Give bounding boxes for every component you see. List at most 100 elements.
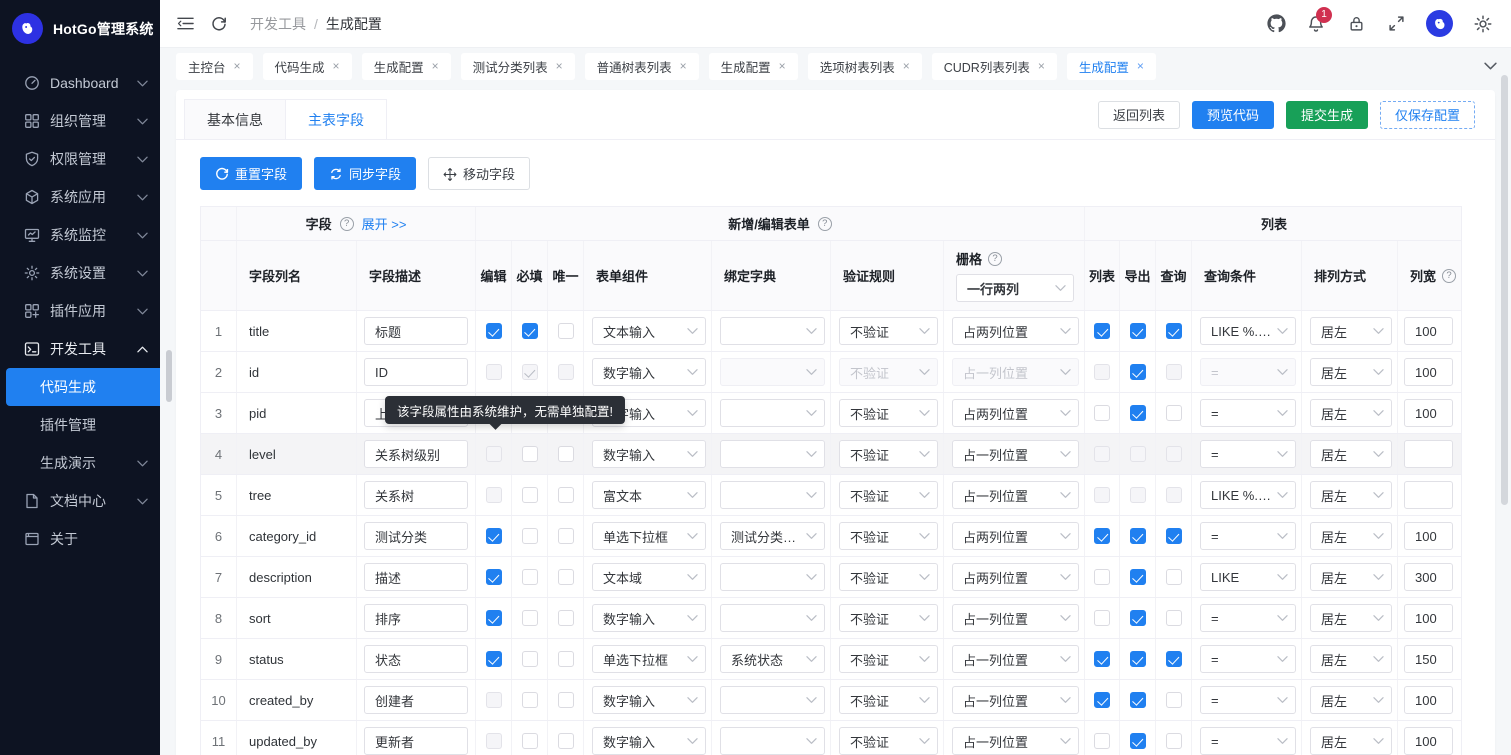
width-input[interactable]: 100 [1404,317,1453,345]
rule-select[interactable]: 不验证 [839,563,938,591]
help-icon[interactable]: ? [988,252,1002,266]
required-checkbox[interactable] [522,446,538,462]
user-avatar[interactable] [1426,10,1453,37]
query-checkbox[interactable] [1166,733,1182,749]
sidebar-item[interactable]: 系统监控 [0,216,160,254]
sidebar-item[interactable]: 插件管理 [0,406,160,444]
fullscreen-icon[interactable] [1386,14,1406,34]
field-desc-input[interactable]: 关系树级别 [364,440,468,468]
submit-generate-button[interactable]: 提交生成 [1286,101,1368,129]
align-select[interactable]: 居左 [1310,440,1392,468]
rule-select[interactable]: 不验证 [839,645,938,673]
query-checkbox[interactable] [1166,651,1182,667]
tab-chip[interactable]: 生成配置× [709,53,798,80]
help-icon[interactable]: ? [818,217,832,231]
expand-columns-link[interactable]: 展开 >> [362,214,407,233]
grid-select[interactable]: 占一列位置 [952,604,1079,632]
width-input[interactable] [1404,481,1453,509]
align-select[interactable]: 居左 [1310,481,1392,509]
unique-checkbox[interactable] [558,487,574,503]
sidebar-item[interactable]: 关于 [0,520,160,558]
align-select[interactable]: 居左 [1310,686,1392,714]
sidebar-item-active[interactable]: 代码生成 [6,368,160,406]
rule-select[interactable]: 不验证 [839,686,938,714]
rule-select[interactable]: 不验证 [839,522,938,550]
query-cond-select[interactable]: = [1200,604,1296,632]
field-desc-input[interactable]: 排序 [364,604,468,632]
query-cond-select[interactable]: LIKE %...% [1200,317,1296,345]
grid-select[interactable]: 占两列位置 [952,522,1079,550]
rule-select[interactable]: 不验证 [839,317,938,345]
component-select[interactable]: 数字输入 [592,727,706,755]
grid-select[interactable]: 占一列位置 [952,440,1079,468]
export-checkbox[interactable] [1130,323,1146,339]
field-desc-input[interactable]: 测试分类 [364,522,468,550]
close-icon[interactable]: × [556,60,563,72]
component-select[interactable]: 数字输入 [592,604,706,632]
field-desc-input[interactable]: 创建者 [364,686,468,714]
width-input[interactable]: 100 [1404,358,1453,386]
width-input[interactable]: 100 [1404,604,1453,632]
sidebar-item[interactable]: 权限管理 [0,140,160,178]
dict-select[interactable] [720,481,825,509]
align-select[interactable]: 居左 [1310,727,1392,755]
component-select[interactable]: 单选下拉框 [592,522,706,550]
tab-chip[interactable]: 生成配置× [362,53,451,80]
query-checkbox[interactable] [1166,692,1182,708]
tab-chip[interactable]: 主控台× [176,53,253,80]
query-cond-select[interactable]: = [1200,645,1296,673]
sidebar-item[interactable]: 插件应用 [0,292,160,330]
field-desc-input[interactable]: 更新者 [364,727,468,755]
help-icon[interactable]: ? [340,217,354,231]
unique-checkbox[interactable] [558,692,574,708]
grid-select[interactable]: 占一列位置 [952,686,1079,714]
required-checkbox[interactable] [522,487,538,503]
edit-checkbox[interactable] [486,323,502,339]
export-checkbox[interactable] [1130,364,1146,380]
sidebar-item[interactable]: 组织管理 [0,102,160,140]
width-input[interactable]: 300 [1404,563,1453,591]
tab-list-chevron-down-icon[interactable] [1484,62,1497,70]
screen-lock-icon[interactable] [1346,14,1366,34]
grid-select[interactable]: 占一列位置 [952,481,1079,509]
unique-checkbox[interactable] [558,446,574,462]
edit-checkbox[interactable] [486,569,502,585]
dict-select[interactable] [720,727,825,755]
component-select[interactable]: 单选下拉框 [592,645,706,673]
align-select[interactable]: 居左 [1310,645,1392,673]
export-checkbox[interactable] [1130,569,1146,585]
field-desc-input[interactable]: 描述 [364,563,468,591]
help-icon[interactable]: ? [1442,269,1456,283]
required-checkbox[interactable] [522,528,538,544]
field-desc-input[interactable]: 关系树 [364,481,468,509]
dict-select[interactable] [720,317,825,345]
width-input[interactable]: 100 [1404,522,1453,550]
sidebar-scrollbar[interactable] [166,350,172,402]
dict-select[interactable] [720,563,825,591]
notifications-bell-icon[interactable]: 1 [1306,14,1326,34]
dict-select[interactable]: 测试分类选项 [720,522,825,550]
unique-checkbox[interactable] [558,528,574,544]
required-checkbox[interactable] [522,323,538,339]
breadcrumb-item[interactable]: 开发工具 [250,14,306,34]
close-icon[interactable]: × [1137,60,1144,72]
align-select[interactable]: 居左 [1310,563,1392,591]
sync-fields-button[interactable]: 同步字段 [314,157,416,190]
required-checkbox[interactable] [522,651,538,667]
list-checkbox[interactable] [1094,569,1110,585]
sidebar-item[interactable]: Dashboard [0,64,160,102]
close-icon[interactable]: × [680,60,687,72]
close-icon[interactable]: × [234,60,241,72]
export-checkbox[interactable] [1130,733,1146,749]
close-icon[interactable]: × [333,60,340,72]
github-icon[interactable] [1266,14,1286,34]
tab-main-fields[interactable]: 主表字段 [286,99,387,139]
close-icon[interactable]: × [779,60,786,72]
rule-select[interactable]: 不验证 [839,604,938,632]
field-desc-input[interactable]: 状态 [364,645,468,673]
query-cond-select[interactable]: = [1200,522,1296,550]
unique-checkbox[interactable] [558,569,574,585]
width-input[interactable]: 100 [1404,727,1453,755]
unique-checkbox[interactable] [558,733,574,749]
settings-gear-icon[interactable] [1473,14,1493,34]
